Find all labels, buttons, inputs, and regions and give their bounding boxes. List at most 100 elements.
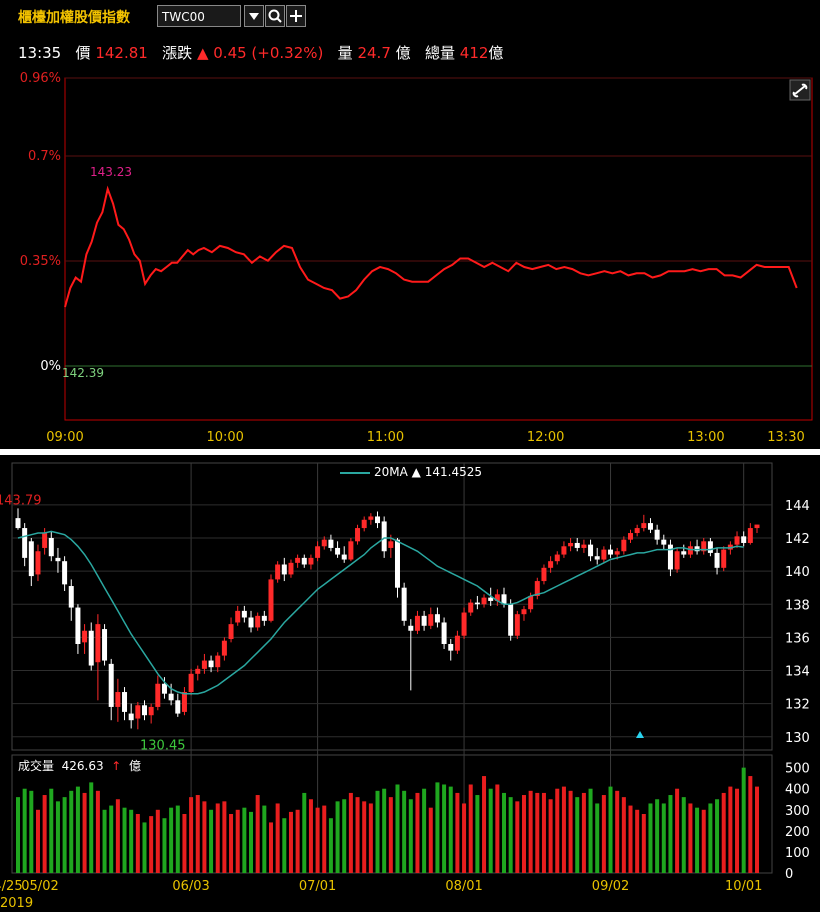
candle-body	[248, 617, 254, 628]
candle-body	[448, 644, 454, 651]
volume-bar	[395, 784, 400, 873]
volume-bar	[135, 814, 140, 873]
candle-body	[754, 524, 760, 529]
volume-bar	[462, 803, 467, 873]
candle-body	[574, 542, 580, 548]
volume-bar	[688, 803, 693, 873]
volume-bar	[581, 792, 586, 873]
candle-body	[42, 533, 48, 548]
volume-bar	[262, 805, 267, 873]
candle-body	[561, 546, 567, 555]
candle-body	[441, 622, 447, 644]
volume-bar	[62, 797, 67, 873]
volume-bar	[735, 788, 740, 873]
ma-arrow: ▲	[411, 465, 421, 479]
candle-body	[541, 567, 547, 582]
volume-bar	[195, 795, 200, 873]
volume-bar	[69, 790, 74, 873]
candle-body	[175, 700, 181, 714]
volume-bar	[488, 788, 493, 873]
volume-bar	[548, 799, 553, 873]
candle-body	[461, 612, 467, 636]
x-tick-label: 10:00	[206, 430, 243, 445]
volume-bar	[95, 790, 100, 873]
x-tick-label: 10/01	[725, 879, 762, 894]
volume-bar	[541, 792, 546, 873]
candle-body	[474, 602, 480, 605]
candle-body	[261, 615, 267, 621]
volume-bar	[515, 801, 520, 873]
volume-bar	[16, 797, 20, 873]
y-tick-label: 0.7%	[28, 149, 61, 164]
volume-bar	[22, 788, 27, 873]
candle-body	[201, 660, 207, 669]
volume-bar	[42, 795, 47, 873]
candle-body	[48, 538, 54, 557]
volume-bar	[142, 822, 147, 873]
candle-body	[681, 551, 687, 555]
volume-bar	[388, 797, 393, 873]
volume-bar	[528, 790, 533, 873]
volume-tick-label: 0	[785, 867, 793, 882]
volume-bar	[715, 799, 720, 873]
signal-marker	[636, 731, 644, 738]
volume-bar	[415, 792, 420, 873]
volume-bar	[621, 797, 626, 873]
candle-body	[215, 655, 221, 668]
candle-body	[361, 519, 367, 529]
volume-bar	[402, 790, 407, 873]
candle-body	[308, 557, 314, 565]
candle-body	[428, 614, 434, 626]
candle-body	[15, 518, 21, 529]
volume-bar	[422, 788, 427, 873]
volume-bar	[49, 788, 54, 873]
volume-bar	[668, 795, 673, 873]
volume-bar	[575, 797, 580, 873]
candle-body	[181, 692, 187, 712]
volume-bar	[242, 807, 247, 873]
candle-body	[115, 692, 121, 707]
candle-body	[508, 604, 514, 636]
candle-body	[588, 544, 594, 557]
volume-bar	[728, 786, 733, 873]
candle-body	[375, 516, 381, 524]
volume-bar	[495, 784, 500, 873]
volume-bar	[568, 790, 573, 873]
x-tick-label: 13:30	[767, 430, 804, 445]
candle-body	[68, 586, 74, 608]
candle-body	[28, 541, 34, 577]
y-tick-label: 130	[785, 731, 810, 746]
volume-bar	[315, 807, 320, 873]
candle-body	[621, 539, 627, 552]
volume-bar	[362, 801, 367, 873]
candle-body	[628, 533, 634, 540]
candle-body	[401, 587, 407, 621]
candle-body	[747, 528, 753, 543]
volume-bar	[681, 797, 686, 873]
volume-bar	[29, 790, 34, 873]
candle-body	[528, 595, 534, 610]
price-line	[64, 185, 798, 308]
candle-body	[687, 546, 693, 555]
volume-bar	[408, 799, 413, 873]
candle-body	[394, 539, 400, 588]
y-tick-label: 0.35%	[20, 254, 61, 269]
candle-body	[168, 693, 174, 701]
volume-bar	[282, 818, 287, 873]
low-label: 130.45	[140, 738, 186, 753]
candle-body	[454, 635, 460, 651]
candle-body	[88, 630, 94, 666]
candle-body	[95, 624, 101, 663]
candle-body	[82, 630, 88, 643]
volume-bar	[748, 776, 753, 873]
candle-body	[568, 542, 574, 547]
candle-body	[295, 557, 301, 563]
candle-body	[388, 541, 394, 548]
volume-bar	[335, 801, 340, 873]
volume-panel-label: 成交量 426.63 ↑ 億	[18, 757, 141, 774]
volume-bar	[721, 792, 726, 873]
candle-body	[554, 554, 560, 562]
candle-body	[148, 706, 154, 716]
candle-body	[35, 551, 41, 575]
volume-bar	[701, 809, 706, 873]
